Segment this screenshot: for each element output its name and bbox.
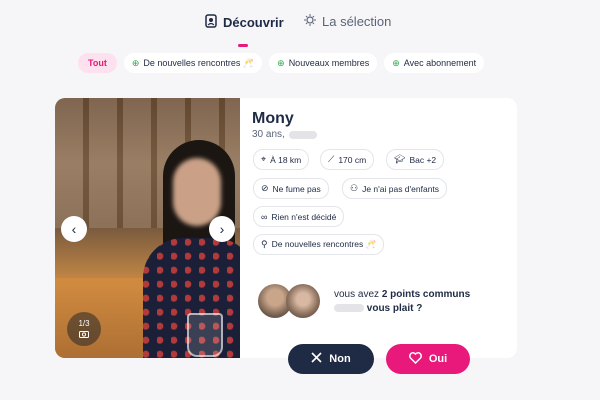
tag-smoking: ⊘ Ne fume pas xyxy=(253,178,329,199)
photo-next-button[interactable]: › xyxy=(209,216,235,242)
common-line-1: vous avez 2 points communs xyxy=(334,288,470,302)
badge-icon: ⊕ xyxy=(277,57,285,68)
filter-new-members[interactable]: ⊕ Nouveaux membres xyxy=(269,53,378,73)
reject-button[interactable]: Non xyxy=(288,344,374,374)
tag-relationship: ∞ Rien n'est décidé xyxy=(253,206,345,227)
filter-chips: Tout ⊕ De nouvelles rencontres 🥂 ⊕ Nouve… xyxy=(78,53,485,73)
tab-selection-label: La sélection xyxy=(322,14,392,29)
ruler-icon: ⟋ xyxy=(328,154,335,164)
common-highlight: 2 points communs xyxy=(381,289,471,300)
no-smoking-icon: ⊘ xyxy=(261,183,269,193)
top-nav: Découvrir La sélection xyxy=(0,12,600,47)
redacted-location xyxy=(288,130,317,139)
redacted-text xyxy=(334,304,364,313)
profile-name: Mony xyxy=(252,110,294,127)
filter-subscription-label: Avec abonnement xyxy=(403,58,477,68)
tag-distance-label: À 18 km xyxy=(270,154,302,165)
avatar-match xyxy=(286,284,320,318)
tab-selection[interactable]: La sélection xyxy=(304,14,391,29)
tag-height: ⟋ 170 cm xyxy=(320,149,375,170)
filter-all-label: Tout xyxy=(88,58,107,68)
photo-prev-button[interactable]: ‹ xyxy=(61,216,87,242)
filter-subscription[interactable]: ⊕ Avec abonnement xyxy=(384,53,485,73)
heart-icon xyxy=(408,351,422,367)
common-line-2: vous plait ? xyxy=(334,302,470,316)
filter-new-encounters[interactable]: ⊕ De nouvelles rencontres 🥂 xyxy=(123,53,263,73)
sparkle-icon xyxy=(304,14,316,29)
profile-age: 30 ans, xyxy=(252,129,317,140)
tag-smoking-label: Ne fume pas xyxy=(272,183,321,194)
search-icon: ⚲ xyxy=(261,239,268,249)
filter-new-members-label: Nouveaux membres xyxy=(288,58,370,68)
chevron-left-icon: ‹ xyxy=(71,221,77,237)
profile-age-text: 30 ans, xyxy=(252,129,285,140)
chevron-right-icon: › xyxy=(219,221,225,237)
tag-children-label: Je n'ai pas d'enfants xyxy=(362,183,440,194)
tag-height-label: 170 cm xyxy=(338,154,367,165)
tag-education: 🎓︎ Bac +2 xyxy=(386,149,445,170)
tag-looking-for: ⚲ De nouvelles rencontres 🥂 xyxy=(253,234,385,255)
photo-face-blurred xyxy=(173,158,221,226)
reject-button-label: Non xyxy=(329,353,351,365)
photo-glass xyxy=(187,313,223,357)
close-icon xyxy=(311,352,322,366)
tag-distance: ⌖ À 18 km xyxy=(253,149,310,170)
rings-icon: ∞ xyxy=(261,211,268,222)
active-tab-indicator xyxy=(238,44,248,47)
badge-icon: ⊕ xyxy=(131,57,140,68)
common-prefix: vous avez xyxy=(334,289,382,300)
badge-icon: ⊕ xyxy=(392,57,400,68)
tag-children: ⚇ Je n'ai pas d'enfants xyxy=(342,178,448,199)
common-points-text: vous avez 2 points communs vous plait ? xyxy=(334,288,470,316)
graduation-cap-icon: 🎓︎ xyxy=(394,154,406,164)
tag-education-label: Bac +2 xyxy=(409,154,437,165)
like-button-label: Oui xyxy=(428,353,448,365)
filter-new-encounters-label: De nouvelles rencontres 🥂 xyxy=(143,57,255,68)
common-suffix: vous plait ? xyxy=(366,303,423,314)
tab-discover[interactable]: Découvrir xyxy=(205,14,284,31)
camera-icon xyxy=(79,330,89,340)
discover-icon xyxy=(205,14,217,31)
family-icon: ⚇ xyxy=(350,183,359,193)
tag-looking-for-label: De nouvelles rencontres 🥂 xyxy=(271,239,377,249)
tab-discover-label: Découvrir xyxy=(223,15,284,30)
tag-relationship-label: Rien n'est décidé xyxy=(271,211,337,222)
location-icon: ⌖ xyxy=(261,154,267,164)
like-button[interactable]: Oui xyxy=(386,344,470,374)
filter-all[interactable]: Tout xyxy=(78,53,117,73)
photo-counter-text: 1/3 xyxy=(78,318,90,328)
photo-counter[interactable]: 1/3 xyxy=(67,312,101,346)
